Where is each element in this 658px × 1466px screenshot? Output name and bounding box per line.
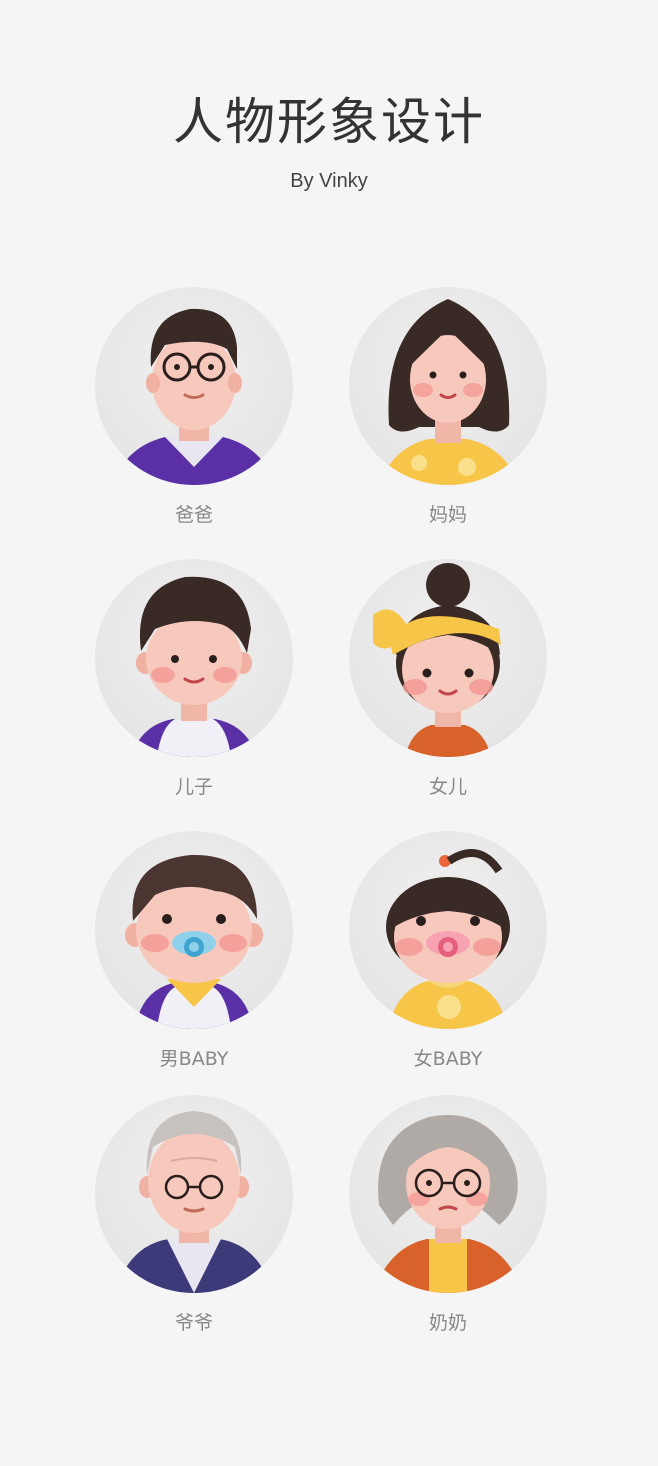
baby-girl-avatar-icon <box>349 831 547 1029</box>
avatar-label: 奶奶 <box>428 1312 467 1334</box>
page-subtitle: By Vinky <box>290 170 368 192</box>
page-title: 人物形象设计 <box>173 93 485 151</box>
avatar-card-daughter: 女儿 <box>349 559 549 819</box>
baby-boy-avatar-icon <box>95 831 293 1029</box>
avatar-label: 爸爸 <box>174 504 213 526</box>
avatar-card-grandfather: 爷爷 <box>95 1095 295 1355</box>
avatar-label: 妈妈 <box>428 504 467 526</box>
avatar-label: 女儿 <box>428 776 467 798</box>
avatar-label: 儿子 <box>174 776 213 798</box>
avatar-card-father: 爸爸 <box>95 287 295 547</box>
avatar-card-son: 儿子 <box>95 559 295 819</box>
grandfather-avatar-icon <box>95 1095 293 1293</box>
grandmother-avatar-icon <box>349 1095 547 1293</box>
avatar-card-grandmother: 奶奶 <box>349 1095 549 1355</box>
avatar-label: 男BABY <box>159 1048 229 1070</box>
daughter-avatar-icon <box>349 559 547 757</box>
avatar-card-mother: 妈妈 <box>349 287 549 547</box>
avatar-label: 爷爷 <box>174 1312 213 1334</box>
avatar-label: 女BABY <box>413 1048 483 1070</box>
son-avatar-icon <box>95 559 293 757</box>
mother-avatar-icon <box>349 287 547 485</box>
avatar-card-baby-girl: 女BABY <box>349 831 549 1091</box>
avatar-card-baby-boy: 男BABY <box>95 831 295 1091</box>
father-avatar-icon <box>95 287 293 485</box>
